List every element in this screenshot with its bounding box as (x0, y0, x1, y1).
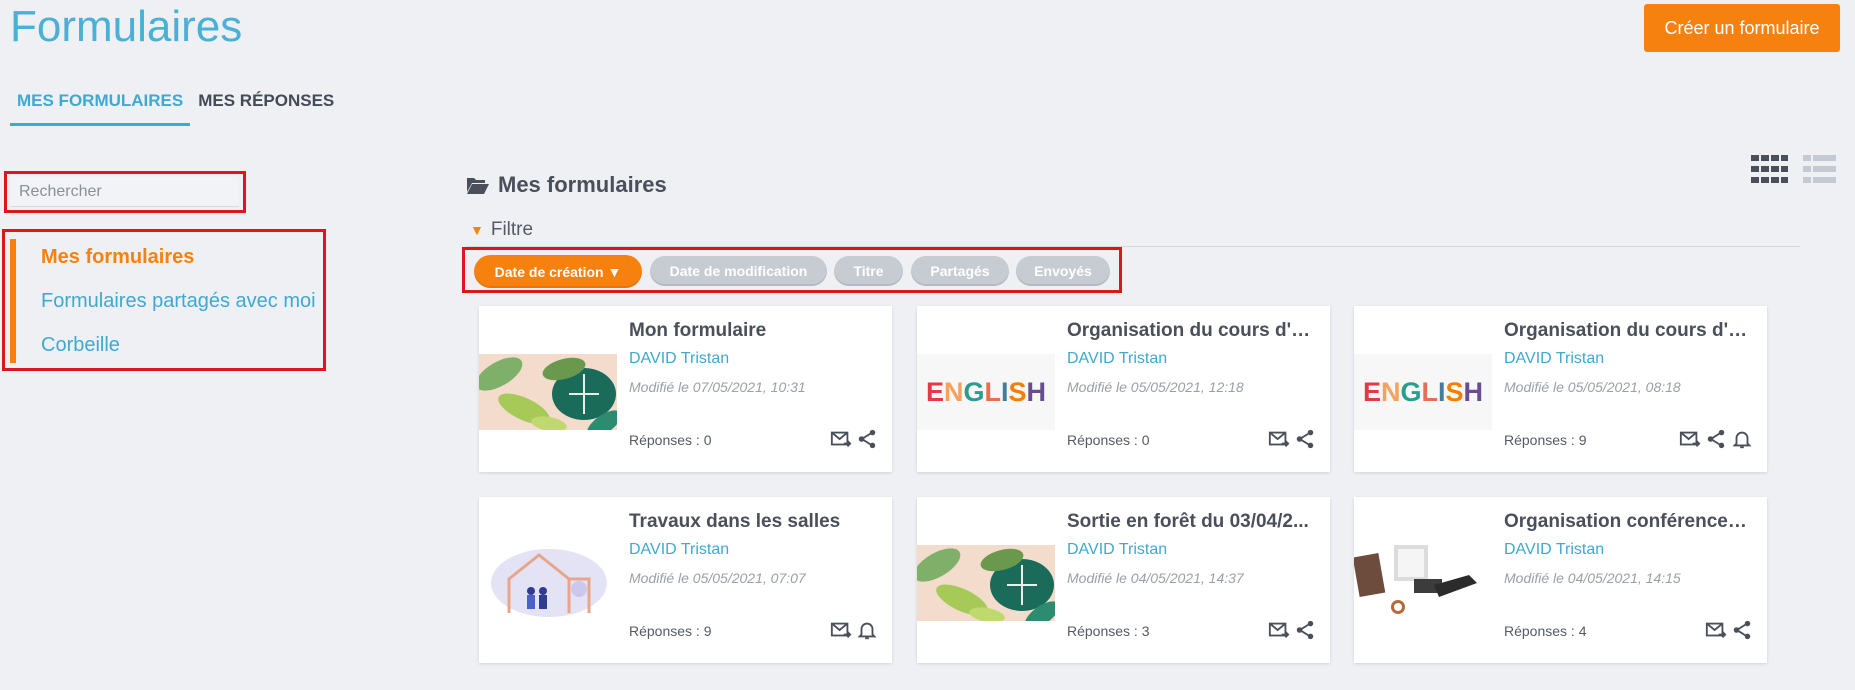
triangle-down-icon: ▼ (470, 222, 484, 238)
form-title: Organisation du cours d'a... (1504, 320, 1754, 341)
grid-view-icon[interactable] (1751, 155, 1788, 183)
form-thumbnail (479, 354, 617, 430)
form-author: DAVID Tristan (1067, 541, 1168, 558)
form-title: Organisation du cours d'a... (1067, 320, 1317, 341)
sort-by-creation-date[interactable]: Date de création ▼ (474, 255, 642, 288)
filter-toggle[interactable]: ▼ Filtre (470, 219, 533, 241)
svg-text:ENGLISH: ENGLISH (1363, 377, 1483, 407)
form-author: DAVID Tristan (629, 541, 730, 558)
mail-icon[interactable] (1268, 428, 1290, 450)
tab-my-forms[interactable]: MES FORMULAIRES (10, 86, 191, 126)
form-actions (830, 428, 878, 450)
form-actions (1679, 428, 1753, 450)
form-title: Sortie en forêt du 03/04/2... (1067, 511, 1309, 532)
share-icon[interactable] (1294, 619, 1316, 641)
sort-by-sent[interactable]: Envoyés (1016, 256, 1110, 286)
form-card[interactable]: ENGLISH Organisation du cours d'a... DAV… (917, 306, 1330, 472)
form-thumbnail (917, 545, 1055, 621)
form-title: Mon formulaire (629, 320, 767, 341)
form-author: DAVID Tristan (1504, 350, 1605, 367)
filter-label: Filtre (490, 219, 534, 240)
page-title: Formulaires (10, 2, 243, 51)
form-modified-date: Modifié le 07/05/2021, 10:31 (629, 379, 806, 395)
section-title-label: Mes formulaires (498, 172, 667, 197)
form-actions (1268, 428, 1316, 450)
form-thumbnail (479, 545, 617, 621)
sidebar-item-my-forms[interactable]: Mes formulaires (41, 246, 194, 269)
sort-by-title[interactable]: Titre (834, 256, 903, 286)
svg-text:ENGLISH: ENGLISH (926, 377, 1046, 407)
form-answer-count: Réponses : 9 (629, 623, 712, 639)
form-card[interactable]: Travaux dans les salles DAVID Tristan Mo… (479, 497, 892, 663)
create-form-button[interactable]: Créer un formulaire (1644, 4, 1840, 52)
sidebar-nav: Mes formulaires Formulaires partagés ave… (2, 229, 326, 371)
mail-icon[interactable] (830, 428, 852, 450)
mail-icon[interactable] (1268, 619, 1290, 641)
form-thumbnail: ENGLISH (1354, 354, 1492, 430)
form-modified-date: Modifié le 05/05/2021, 12:18 (1067, 379, 1244, 395)
share-icon[interactable] (856, 428, 878, 450)
share-icon[interactable] (1294, 428, 1316, 450)
form-card[interactable]: Sortie en forêt du 03/04/2... DAVID Tris… (917, 497, 1330, 663)
share-icon[interactable] (1731, 619, 1753, 641)
mail-icon[interactable] (830, 619, 852, 641)
form-author: DAVID Tristan (1067, 350, 1168, 367)
form-title: Travaux dans les salles (629, 511, 841, 532)
form-card[interactable]: ENGLISH Organisation du cours d'a... DAV… (1354, 306, 1767, 472)
mail-icon[interactable] (1679, 428, 1701, 450)
sort-options: Date de création ▼ Date de modification … (462, 247, 1122, 293)
form-answer-count: Réponses : 0 (1067, 432, 1150, 448)
tab-my-answers[interactable]: MES RÉPONSES (191, 86, 341, 126)
form-answer-count: Réponses : 3 (1067, 623, 1150, 639)
sort-by-modification-date[interactable]: Date de modification (650, 256, 827, 286)
bell-icon[interactable] (856, 619, 878, 641)
form-modified-date: Modifié le 05/05/2021, 08:18 (1504, 379, 1681, 395)
bell-icon[interactable] (1731, 428, 1753, 450)
form-actions (1268, 619, 1316, 641)
sort-by-shared[interactable]: Partagés (911, 256, 1009, 286)
form-answer-count: Réponses : 0 (629, 432, 712, 448)
form-actions (1705, 619, 1753, 641)
list-view-icon[interactable] (1803, 155, 1836, 183)
form-thumbnail (1354, 545, 1492, 621)
sidebar-item-trash[interactable]: Corbeille (41, 334, 120, 357)
sidebar-item-shared-forms[interactable]: Formulaires partagés avec moi (41, 290, 316, 313)
tab-bar: MES FORMULAIRES MES RÉPONSES (10, 86, 342, 126)
form-modified-date: Modifié le 05/05/2021, 07:07 (629, 570, 806, 586)
form-answer-count: Réponses : 4 (1504, 623, 1587, 639)
form-author: DAVID Tristan (629, 350, 730, 367)
form-answer-count: Réponses : 9 (1504, 432, 1587, 448)
form-card[interactable]: Mon formulaire DAVID Tristan Modifié le … (479, 306, 892, 472)
mail-icon[interactable] (1705, 619, 1727, 641)
form-author: DAVID Tristan (1504, 541, 1605, 558)
folder-open-icon (467, 178, 489, 194)
form-modified-date: Modifié le 04/05/2021, 14:37 (1067, 570, 1244, 586)
form-thumbnail: ENGLISH (917, 354, 1055, 430)
share-icon[interactable] (1705, 428, 1727, 450)
search-container (4, 171, 246, 213)
form-modified-date: Modifié le 04/05/2021, 14:15 (1504, 570, 1681, 586)
section-title: Mes formulaires (466, 172, 667, 198)
sidebar-active-indicator (10, 239, 16, 363)
form-card[interactable]: Organisation conférences... DAVID Trista… (1354, 497, 1767, 663)
search-input[interactable] (11, 177, 239, 207)
form-title: Organisation conférences... (1504, 511, 1754, 532)
form-actions (830, 619, 878, 641)
